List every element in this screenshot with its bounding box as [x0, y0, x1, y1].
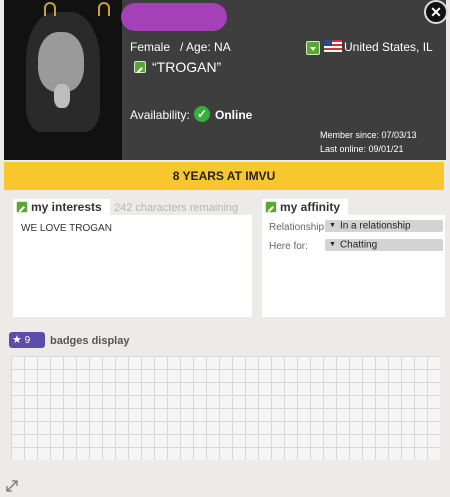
avatar-face	[38, 32, 84, 92]
profile-panel: ✕ Female / Age: NA United States, IL “TR…	[0, 0, 450, 497]
interests-tab: my interests	[13, 199, 110, 215]
badge-count: 9	[24, 335, 31, 346]
chevron-down-icon: ▼	[329, 241, 336, 248]
here-for-value: Chatting	[339, 239, 378, 251]
avatar-tongue	[54, 84, 70, 108]
years-banner: 8 YEARS AT IMVU	[4, 162, 444, 190]
relationship-label: Relationship:	[269, 222, 327, 233]
check-icon: ✓	[194, 106, 210, 122]
badges-title: badges display	[50, 335, 130, 347]
here-for-label: Here for:	[269, 241, 308, 252]
here-for-select[interactable]: ▼ Chatting	[325, 239, 443, 251]
location-text: United States, IL	[344, 40, 433, 54]
relationship-select[interactable]: ▼ In a relationship	[325, 220, 443, 232]
availability-label: Availability:	[130, 108, 190, 122]
resize-icon[interactable]	[6, 480, 18, 495]
availability-status: Online	[215, 108, 253, 122]
affinity-title: my affinity	[280, 200, 341, 214]
pencil-icon[interactable]	[134, 61, 146, 73]
chevron-down-icon: ▼	[329, 222, 336, 229]
avatar-ear-right	[98, 2, 110, 16]
avatar-photo[interactable]	[4, 0, 122, 160]
username-bar	[121, 3, 227, 31]
interests-remaining: 242 characters remaining	[114, 202, 239, 214]
age-text: / Age: NA	[180, 40, 231, 54]
chevron-down-icon[interactable]	[306, 41, 320, 55]
pencil-icon[interactable]	[16, 201, 28, 213]
affinity-tab: my affinity	[262, 199, 349, 215]
profile-tagline: “TROGAN”	[152, 59, 222, 75]
pencil-icon[interactable]	[265, 201, 277, 213]
interests-box: WE LOVE TROGAN	[13, 215, 252, 317]
interests-title: my interests	[31, 200, 102, 214]
close-icon: ✕	[430, 4, 442, 20]
badge-count-tab[interactable]: ★ 9	[9, 332, 45, 348]
gender-text: Female	[130, 40, 171, 54]
interests-text[interactable]: WE LOVE TROGAN	[21, 223, 112, 234]
us-flag-icon	[324, 40, 342, 52]
badges-grid[interactable]	[11, 356, 440, 460]
member-since: Member since: 07/03/13	[320, 130, 417, 140]
avatar-ear-left	[44, 2, 56, 16]
last-online: Last online: 09/01/21	[320, 144, 404, 154]
close-button[interactable]: ✕	[424, 0, 448, 24]
relationship-value: In a relationship	[339, 220, 411, 232]
star-icon: ★	[12, 334, 22, 346]
